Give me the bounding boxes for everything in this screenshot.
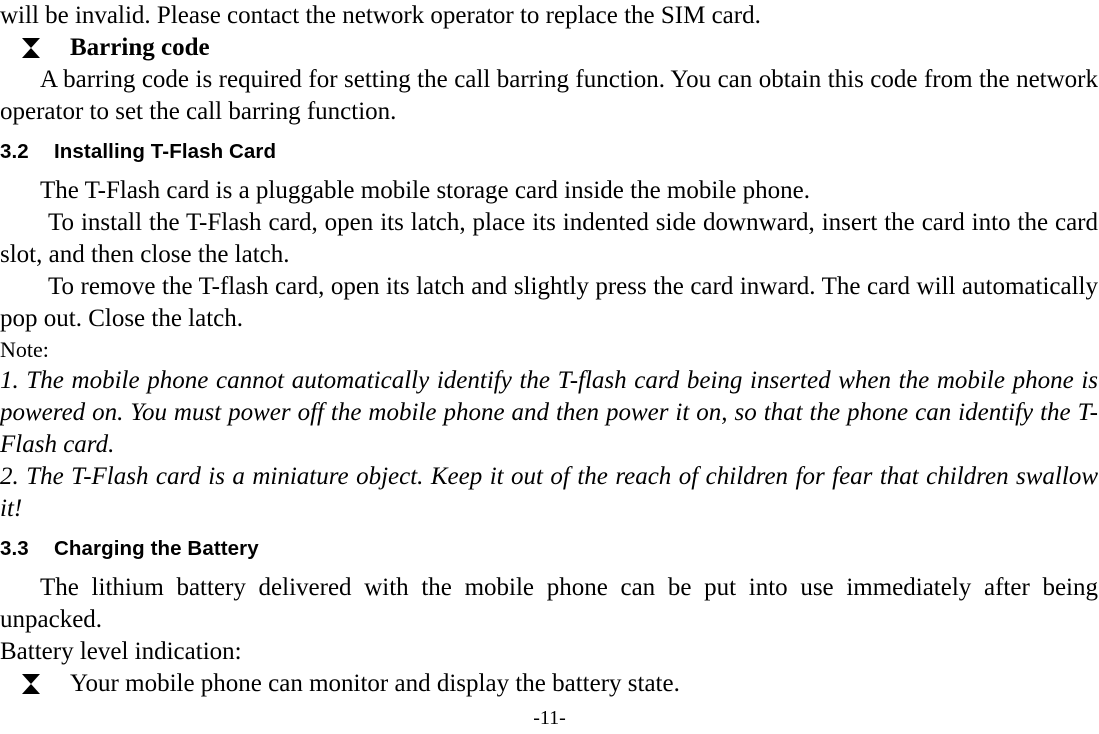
bullet-label: Your mobile phone can monitor and displa… [70, 670, 680, 697]
battery-paragraph-1: The lithium battery delivered with the m… [0, 574, 1098, 633]
bullet-item-battery-state: Your mobile phone can monitor and displa… [0, 668, 1099, 700]
section-number-3-3: 3.3 [0, 537, 29, 560]
section-heading-3-2: 3.2 Installing T-Flash Card [0, 137, 1099, 167]
t-flash-paragraph-2: To install the T-Flash card, open its la… [0, 209, 1098, 268]
section-title-3-3: Charging the Battery [54, 537, 259, 560]
battery-level-label: Battery level indication: [0, 638, 242, 665]
manual-page: will be invalid. Please contact the netw… [0, 0, 1099, 734]
section-number-3-2: 3.2 [0, 140, 29, 163]
carryover-paragraph: will be invalid. Please contact the netw… [0, 2, 761, 29]
diamond-bullet-icon [22, 38, 40, 58]
section-heading-3-3: 3.3 Charging the Battery [0, 534, 1099, 564]
bullet-label: Barring code [70, 34, 210, 61]
page-number: -11- [533, 707, 566, 729]
section-title-3-2: Installing T-Flash Card [54, 140, 277, 163]
barring-code-paragraph: A barring code is required for setting t… [0, 66, 1098, 125]
bullet-item-barring-code: Barring code [0, 32, 1099, 64]
diamond-bullet-icon [22, 674, 40, 694]
t-flash-paragraph-3: To remove the T-flash card, open its lat… [0, 273, 1098, 332]
t-flash-paragraph-1: The T-Flash card is a pluggable mobile s… [40, 177, 810, 204]
note-item-1: 1. The mobile phone cannot automatically… [0, 367, 1098, 458]
note-item-2: 2. The T-Flash card is a miniature objec… [0, 463, 1098, 522]
note-label: Note: [0, 337, 49, 362]
